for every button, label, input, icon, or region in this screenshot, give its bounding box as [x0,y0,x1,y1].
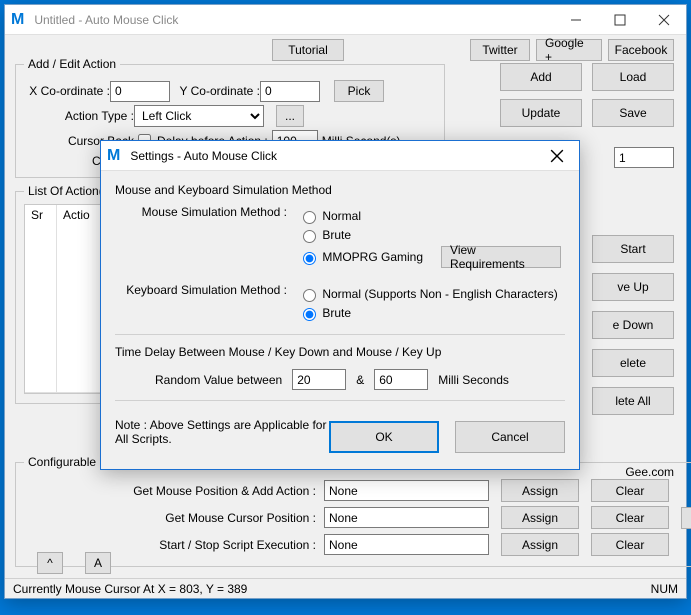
yco-input[interactable] [260,81,320,102]
list-header-sr: Sr [25,205,57,393]
start-button[interactable]: Start [592,235,674,263]
view-requirements-button[interactable]: View Requirements [441,246,561,268]
cfg3-label: Start / Stop Script Execution : [24,538,324,552]
ok-button[interactable]: OK [329,421,439,453]
settings-close-icon[interactable] [535,141,579,171]
close-icon[interactable] [642,5,686,35]
yco-label: Y Co-ordinate : [170,84,260,98]
cfg3-assign-button[interactable]: Assign [501,533,579,556]
kbd-sim-label: Keyboard Simulation Method : [115,283,295,297]
add-button[interactable]: Add [500,63,582,91]
rand-label: Random Value between [155,373,282,387]
settings-title: Settings - Auto Mouse Click [126,149,535,163]
xco-input[interactable] [110,81,170,102]
cfg-fieldset: Configurable G Get Mouse Position & Add … [15,455,691,567]
caret-button[interactable]: ^ [37,552,63,574]
status-cursor-pos: Currently Mouse Cursor At X = 803, Y = 3… [13,582,247,596]
cfg3-clear-button[interactable]: Clear [591,533,669,556]
rand-min-input[interactable] [292,369,346,390]
kbd-brute-label: Brute [322,306,351,320]
cfg3-input[interactable] [324,534,489,555]
delay-heading: Time Delay Between Mouse / Key Down and … [115,345,565,359]
add-edit-legend: Add / Edit Action [24,57,120,71]
settings-dialog: M Settings - Auto Mouse Click Mouse and … [100,140,580,470]
cancel-button[interactable]: Cancel [455,421,565,453]
cfg1-assign-button[interactable]: Assign [501,479,579,502]
mouse-sim-label: Mouse Simulation Method : [115,205,295,219]
settings-titlebar: M Settings - Auto Mouse Click [101,141,579,171]
rand-max-input[interactable] [374,369,428,390]
action-type-select[interactable]: Left Click [134,105,264,127]
cfg1-label: Get Mouse Position & Add Action : [24,484,324,498]
repeat-input[interactable] [614,147,674,168]
delete-button[interactable]: elete [592,349,674,377]
save-button[interactable]: Save [592,99,674,127]
cfg1-clear-button[interactable]: Clear [591,479,669,502]
action-type-more-button[interactable]: ... [276,105,304,127]
kbd-normal-label: Normal (Supports Non - English Character… [322,287,557,301]
list-legend: List Of Action( [24,184,107,198]
rand-amp: & [356,373,364,387]
status-num: NUM [651,582,678,596]
kbd-normal-radio[interactable] [303,289,316,302]
rand-unit: Milli Seconds [438,373,509,387]
status-bar: Currently Mouse Cursor At X = 803, Y = 3… [5,578,686,598]
cfg2-label: Get Mouse Cursor Position : [24,511,324,525]
cfg1-input[interactable] [324,480,489,501]
action-type-label: Action Type : [24,109,134,123]
mouse-brute-label: Brute [322,228,351,242]
mouse-normal-radio[interactable] [303,211,316,224]
settings-logo-icon: M [101,147,126,165]
cfg2-input[interactable] [324,507,489,528]
googleplus-button[interactable]: Google + [536,39,602,61]
main-titlebar: M Untitled - Auto Mouse Click [5,5,686,35]
maximize-icon[interactable] [598,5,642,35]
xco-label: X Co-ordinate : [24,84,110,98]
mouse-brute-radio[interactable] [303,230,316,243]
pick-button[interactable]: Pick [334,80,384,102]
mouse-normal-label: Normal [322,209,361,223]
a-button[interactable]: A [85,552,111,574]
settings-note: Note : Above Settings are Applicable for… [115,418,329,446]
moveup-button[interactable]: ve Up [592,273,674,301]
mouse-mmo-radio[interactable] [303,252,316,265]
kbd-brute-radio[interactable] [303,308,316,321]
cfg2-assign-button[interactable]: Assign [501,506,579,529]
deleteall-button[interactable]: lete All [592,387,674,415]
help-button[interactable]: ? [681,507,691,529]
facebook-button[interactable]: Facebook [608,39,674,61]
tutorial-button[interactable]: Tutorial [272,39,344,61]
update-button[interactable]: Update [500,99,582,127]
window-title: Untitled - Auto Mouse Click [30,13,554,27]
minimize-icon[interactable] [554,5,598,35]
movedown-button[interactable]: e Down [592,311,674,339]
load-button[interactable]: Load [592,63,674,91]
app-logo-icon: M [5,11,30,29]
twitter-button[interactable]: Twitter [470,39,530,61]
cfg2-clear-button[interactable]: Clear [591,506,669,529]
mouse-mmo-label: MMOPRG Gaming [322,250,423,264]
sim-method-heading: Mouse and Keyboard Simulation Method [115,183,565,197]
